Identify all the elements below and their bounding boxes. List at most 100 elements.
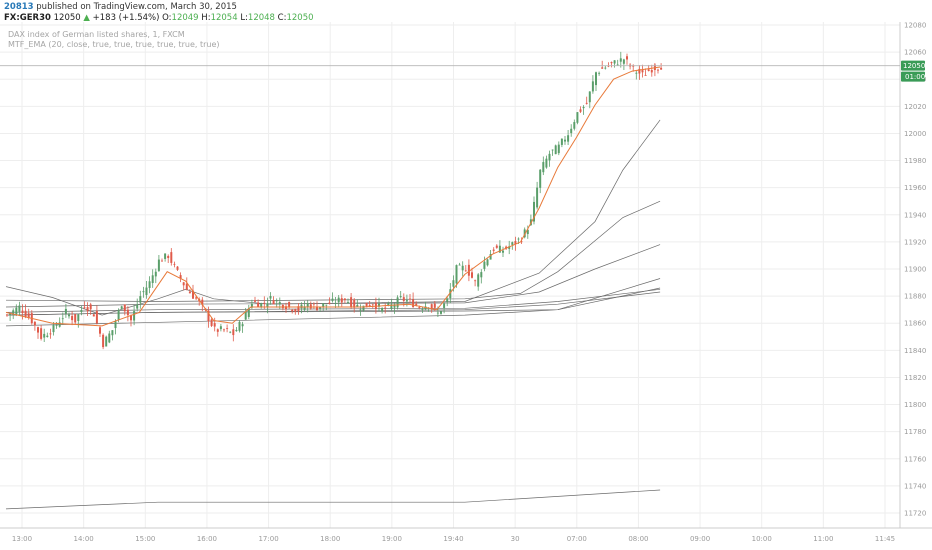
x-axis-ticks: 13:00 14:00 15:00 16:00 17:00 18:00 19:00 19:40…	[12, 535, 895, 543]
candle-down	[402, 297, 405, 301]
candle-down	[223, 329, 225, 331]
candle-up	[613, 60, 616, 64]
candle-up	[12, 310, 15, 314]
candle-down	[309, 304, 312, 309]
grid-lines	[0, 22, 900, 528]
candle-up	[511, 242, 514, 245]
candle-down	[167, 255, 170, 259]
candle-down	[660, 67, 663, 70]
mtf-ema-line	[5, 278, 661, 316]
y-tick-label: 11980	[904, 157, 926, 165]
x-tick-label: 16:00	[197, 535, 217, 543]
candle-up	[443, 303, 446, 308]
candle-down	[254, 300, 256, 302]
candle-up	[275, 300, 278, 302]
candle-up	[387, 303, 390, 306]
candle-up	[244, 311, 247, 320]
candle-down	[412, 299, 415, 308]
candle-up	[136, 304, 139, 309]
indicator-label[interactable]: MTF_EMA (20, close, true, true, true, tr…	[8, 40, 220, 49]
candle-up	[148, 281, 151, 288]
x-tick-label: 11:00	[813, 535, 833, 543]
y-tick-label: 12020	[904, 103, 926, 111]
candle-up	[219, 326, 222, 330]
y-tick-label: 11760	[904, 455, 926, 463]
candle-up	[334, 303, 337, 304]
y-axis-ticks: 11720 11740 11760 11780 11800 11820 11840 11860…	[904, 22, 926, 518]
candle-down	[650, 70, 653, 73]
candle-down	[343, 298, 346, 301]
y-tick-label: 12060	[904, 49, 926, 57]
mtf-ema-lines	[5, 119, 661, 510]
candle-up	[557, 144, 560, 154]
candle-up	[61, 318, 64, 320]
y-tick-label: 11840	[904, 347, 926, 355]
candle-up	[300, 304, 303, 309]
close-value: 12050	[286, 13, 314, 23]
candle-up	[55, 325, 58, 326]
candle-up	[235, 329, 238, 332]
x-tick-label: 10:00	[752, 535, 772, 543]
candle-down	[24, 310, 27, 317]
candle-down	[272, 300, 275, 305]
y-tick-label: 11820	[904, 374, 926, 382]
last-price: 12050	[53, 13, 81, 23]
x-tick-label: 18:00	[320, 535, 340, 543]
candle-up	[347, 302, 349, 303]
candle-down	[312, 303, 315, 305]
candle-down	[474, 280, 477, 282]
candle-down	[418, 307, 421, 309]
candle-down	[291, 309, 294, 312]
candle-down	[161, 260, 163, 262]
candle-down	[74, 314, 77, 323]
candle-up	[117, 310, 120, 320]
candle-down	[71, 315, 74, 321]
y-tick-label: 11860	[904, 320, 926, 328]
candle-up	[486, 259, 489, 266]
candle-down	[49, 333, 52, 335]
candle-up	[477, 274, 480, 287]
candle-up	[356, 304, 359, 307]
candle-up	[269, 295, 272, 299]
x-tick-label: 07:00	[567, 535, 587, 543]
candle-up	[15, 307, 18, 315]
chart[interactable]: 11720 11740 11760 11780 11800 11820 11840 11860…	[0, 0, 932, 550]
open-label: O:	[162, 13, 172, 23]
candle-up	[77, 314, 80, 321]
candle-up	[229, 331, 232, 333]
candle-up	[635, 72, 638, 74]
candle-up	[145, 287, 148, 296]
low-label: L:	[240, 13, 248, 23]
candle-up	[80, 310, 83, 313]
y-tick-label: 12080	[904, 22, 926, 30]
candle-up	[396, 297, 399, 308]
candle-up	[446, 298, 449, 302]
candle-down	[213, 323, 216, 327]
candle-up	[18, 305, 21, 312]
candle-down	[471, 272, 473, 278]
candle-up	[68, 314, 70, 317]
candle-down	[464, 270, 467, 272]
y-tick-label: 11720	[904, 510, 926, 518]
candle-up	[542, 162, 545, 173]
candle-up	[120, 306, 123, 309]
candle-down	[409, 298, 411, 300]
candle-up	[52, 324, 55, 333]
candle-down	[188, 291, 191, 294]
candle-up	[241, 324, 244, 327]
change: +183 (+1.54%)	[92, 13, 160, 23]
candle-down	[495, 245, 498, 248]
high-label: H:	[201, 13, 211, 23]
candle-up	[616, 64, 619, 66]
candle-up	[458, 264, 461, 266]
candle-down	[37, 327, 39, 333]
candle-up	[260, 303, 263, 307]
candle-up	[46, 335, 49, 337]
candle-down	[182, 282, 185, 286]
candle-down	[350, 297, 353, 308]
candle-up	[331, 298, 334, 301]
x-tick-label: 17:00	[258, 535, 278, 543]
candle-up	[598, 72, 601, 74]
candle-down	[371, 304, 374, 306]
publisher-name[interactable]: 20813	[4, 2, 34, 12]
